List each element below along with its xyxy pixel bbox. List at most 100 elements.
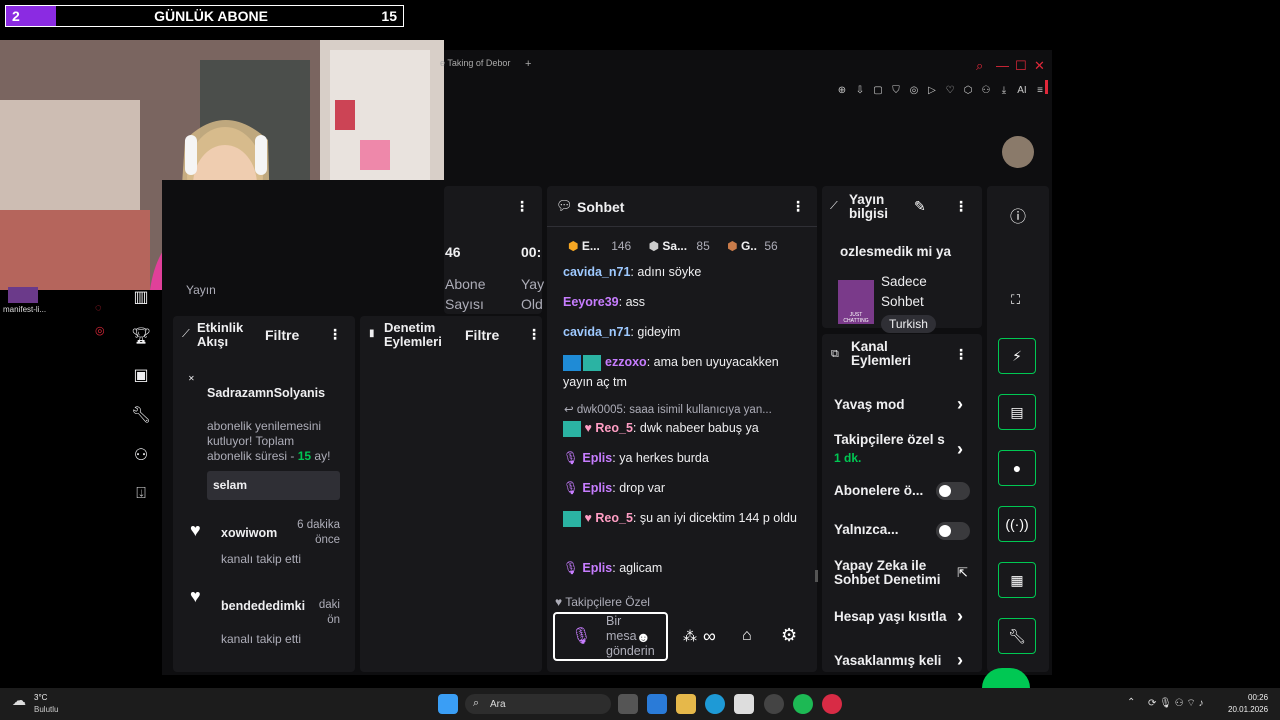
settings-gear-icon[interactable]: ⚙ [781, 625, 797, 646]
mod-menu-icon[interactable]: ⋮ [527, 326, 541, 343]
users-icon[interactable]: ⚇ [130, 445, 152, 467]
start-icon[interactable] [438, 694, 458, 714]
shield-icon[interactable]: ⛉ [887, 85, 905, 96]
tag-pill[interactable]: Turkish [881, 315, 936, 333]
activity-menu-icon[interactable]: ⋮ [328, 326, 342, 343]
minimize-icon[interactable]: — [996, 58, 1009, 73]
profile-icon[interactable]: ⚇ [977, 85, 995, 96]
banned-words-label[interactable]: Yasaklanmış keli [834, 653, 952, 668]
screenshot-icon[interactable]: ⛶ [1011, 292, 1020, 308]
chat-message: Eeyore39: ass [563, 295, 646, 309]
desktop-shortcut-icon[interactable] [8, 287, 38, 303]
task-view-icon[interactable] [618, 694, 638, 714]
broadcast-icon[interactable]: ((·)) [998, 506, 1036, 542]
stat-subs-value: 46 [445, 244, 461, 260]
wrench-icon[interactable]: 🔧︎ [998, 618, 1036, 654]
camera-icon[interactable]: ◎ [905, 85, 923, 96]
external-link-icon[interactable]: ⇱ [957, 565, 968, 581]
taskbar-search[interactable] [465, 694, 611, 714]
activity-user[interactable]: SadrazamnSolyanis [207, 386, 341, 400]
subs-only-toggle[interactable] [936, 482, 970, 500]
slow-mode-label[interactable]: Yavaş mod [834, 397, 905, 412]
info-icon[interactable]: ⓘ [1010, 203, 1026, 227]
mic-icon[interactable]: 🎙︎ [571, 626, 591, 646]
infinity-icon[interactable]: ∞ [703, 626, 716, 647]
weather-desc[interactable]: Bulutlu [34, 705, 58, 714]
notes-icon[interactable]: ▤ [998, 394, 1036, 430]
desktop-shortcut-label[interactable]: manifest-li... [3, 305, 46, 314]
account-age-label[interactable]: Hesap yaşı kısıtla [834, 609, 952, 624]
store-icon[interactable] [734, 694, 754, 714]
copilot-icon[interactable] [647, 694, 667, 714]
tray-icons[interactable]: ⟳ 🎙︎ ⚇ ⌔ ♪ [1148, 697, 1204, 710]
activity-text: abonelik yenilemesini kutluyor! Toplam a… [207, 419, 331, 463]
window-icon[interactable]: ▢ [869, 85, 887, 96]
followers-only-label[interactable]: Takipçilere özel s [834, 432, 952, 447]
trophy-icon[interactable]: 🏆︎ [130, 326, 152, 348]
ai-icon[interactable]: AI [1013, 85, 1031, 96]
edge-icon[interactable] [705, 694, 725, 714]
video-icon[interactable]: ▣ [130, 365, 152, 387]
upload-icon[interactable]: ⍗ [130, 485, 152, 507]
new-tab-button[interactable]: + [525, 58, 531, 70]
heart-icon[interactable]: ♡ [941, 85, 959, 96]
chat-icon[interactable]: ● [998, 450, 1036, 486]
chat-menu-icon[interactable]: ⋮ [791, 198, 805, 215]
activity-filter-button[interactable]: Filtre [265, 327, 299, 343]
activity-user[interactable]: xowiwom [221, 526, 277, 540]
chat-reply-ref[interactable]: ↩ dwk0005: saaa isimil kullanıcıya yan..… [564, 402, 804, 416]
clock-date[interactable]: 20.01.2026 [1228, 705, 1268, 714]
wrench-icon[interactable]: 🔧︎ [130, 405, 152, 427]
badge-icon [563, 354, 581, 371]
badge-icon: ⬢ [727, 239, 738, 253]
chat-message: 🎙︎ Eplis: ya herkes burda [563, 451, 709, 465]
stream-title: ozlesmedik mi ya [840, 244, 952, 259]
download-icon[interactable]: ⤓ [995, 85, 1013, 96]
category-name[interactable]: Sadece Sohbet [881, 272, 927, 312]
obs-icon[interactable] [764, 694, 784, 714]
chevron-right-icon[interactable]: › [957, 394, 963, 415]
chevron-right-icon[interactable]: › [957, 606, 963, 627]
badge-icon [563, 510, 581, 527]
edit-pencil-icon[interactable]: ✎ [914, 198, 926, 215]
close-icon[interactable]: ✕ [1034, 58, 1045, 74]
unique-chat-toggle[interactable] [936, 522, 970, 540]
taskbar-search-text: Ara [490, 699, 506, 710]
stats-menu-icon[interactable]: ⋮ [515, 198, 529, 215]
spotify-icon[interactable] [793, 694, 813, 714]
channel-actions-menu-icon[interactable]: ⋮ [954, 346, 968, 363]
chat-bubble-icon: 💬︎ [556, 198, 573, 213]
activity-user[interactable]: bendededimki [221, 599, 305, 613]
channel-points-icon[interactable]: ⁂ [683, 628, 697, 645]
divider [547, 226, 817, 227]
store-icon[interactable]: ⌂ [742, 627, 752, 645]
folder-icon[interactable] [676, 694, 696, 714]
weather-icon[interactable]: ☁ [12, 692, 26, 709]
stream-manager-icon[interactable]: ▥ [130, 287, 152, 309]
sub-goal-overlay: 2 GÜNLÜK ABONE 15 [5, 5, 404, 27]
chat-scrollbar[interactable] [815, 570, 818, 582]
chevron-right-icon[interactable]: › [957, 650, 963, 671]
chevron-up-icon[interactable]: ⌃ [1127, 697, 1135, 708]
pin-icon[interactable]: ⇩ [851, 85, 869, 96]
avatar[interactable] [1002, 136, 1034, 168]
maximize-icon[interactable]: ☐ [1015, 58, 1027, 74]
mod-filter-button[interactable]: Filtre [465, 327, 499, 343]
emoji-icon[interactable]: ☻ [636, 629, 651, 645]
zoom-icon[interactable]: ⊕ [833, 85, 851, 96]
play-icon[interactable]: ▷ [923, 85, 941, 96]
extension-icon[interactable]: ⬡ [959, 85, 977, 96]
clock-time[interactable]: 00:26 [1248, 693, 1268, 702]
layout-icon[interactable]: ▦ [998, 562, 1036, 598]
opera-icon[interactable] [822, 694, 842, 714]
ai-moderation-label[interactable]: Yapay Zeka ile Sohbet Denetimi [834, 559, 941, 587]
weather-temp[interactable]: 3°C [34, 693, 47, 702]
category-thumbnail[interactable]: JUST CHATTING [838, 280, 874, 324]
chat-message: ♥ Reo_5: dwk nabeer babuş ya [563, 418, 803, 438]
chevron-right-icon[interactable]: › [957, 439, 963, 460]
activity-message: selam [213, 478, 248, 492]
stream-info-menu-icon[interactable]: ⋮ [954, 198, 968, 215]
lightning-icon[interactable]: ⚡︎ [998, 338, 1036, 374]
stat-time-label-1: Yay [521, 276, 545, 292]
search-icon[interactable]: ⌕ [976, 58, 983, 74]
